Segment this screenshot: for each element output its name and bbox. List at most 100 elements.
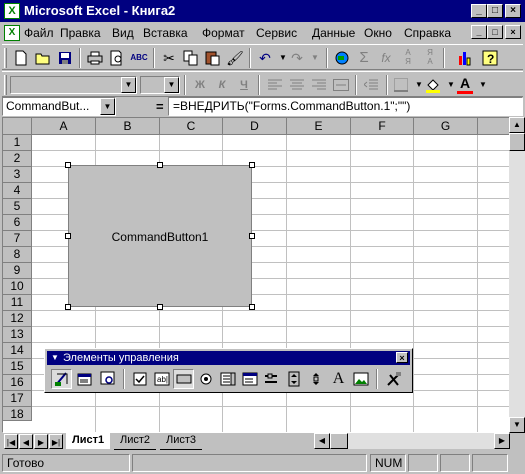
column-header[interactable]: C: [160, 118, 223, 135]
font-name-combo[interactable]: ▼: [10, 76, 137, 94]
column-header[interactable]: G: [414, 118, 478, 135]
print-icon[interactable]: [84, 48, 106, 68]
toolbar-menu-icon[interactable]: ▼: [51, 351, 59, 365]
menu-format[interactable]: Формат: [202, 26, 245, 40]
underline-button[interactable]: Ч: [233, 75, 255, 95]
textbox-icon[interactable]: ab|: [151, 369, 172, 389]
scroll-right-button[interactable]: ▶: [494, 433, 510, 449]
first-sheet-button[interactable]: |◀: [4, 434, 18, 449]
selection-handle[interactable]: [65, 233, 71, 239]
selection-handle[interactable]: [157, 304, 163, 310]
row-header[interactable]: 15: [3, 359, 32, 375]
scroll-left-button[interactable]: ◀: [314, 433, 330, 449]
row-header[interactable]: 2: [3, 151, 32, 167]
properties-icon[interactable]: [74, 369, 95, 389]
row-header[interactable]: 11: [3, 295, 32, 311]
row-header[interactable]: 6: [3, 215, 32, 231]
format-painter-icon[interactable]: 🖌: [224, 48, 246, 68]
prev-sheet-button[interactable]: ◀: [19, 434, 33, 449]
row-header[interactable]: 17: [3, 391, 32, 407]
align-left-icon[interactable]: [264, 75, 286, 95]
menu-view[interactable]: Вид: [112, 26, 134, 40]
workbook-icon[interactable]: X: [4, 25, 20, 41]
menu-data[interactable]: Данные: [312, 26, 355, 40]
horizontal-scrollbar[interactable]: ◀ ▶: [314, 433, 510, 449]
menu-help[interactable]: Справка: [404, 26, 451, 40]
column-header[interactable]: A: [32, 118, 96, 135]
listbox-icon[interactable]: [217, 369, 238, 389]
row-header[interactable]: 16: [3, 375, 32, 391]
column-header[interactable]: E: [287, 118, 351, 135]
checkbox-icon[interactable]: [129, 369, 150, 389]
row-header[interactable]: 18: [3, 407, 32, 421]
column-header[interactable]: D: [223, 118, 287, 135]
scroll-h-thumb[interactable]: [330, 433, 348, 449]
sheet-tab-2[interactable]: Лист2: [114, 433, 157, 450]
row-header[interactable]: 8: [3, 247, 32, 263]
help-icon[interactable]: ?: [479, 48, 501, 68]
open-icon[interactable]: [32, 48, 54, 68]
row-header[interactable]: 3: [3, 167, 32, 183]
align-center-icon[interactable]: [286, 75, 308, 95]
toggle-button-icon[interactable]: [261, 369, 282, 389]
scroll-down-button[interactable]: ▼: [509, 417, 525, 433]
last-sheet-button[interactable]: ▶|: [49, 434, 63, 449]
italic-button[interactable]: К: [211, 75, 233, 95]
menu-insert[interactable]: Вставка: [143, 26, 188, 40]
menu-edit[interactable]: Правка: [60, 26, 101, 40]
sort-descending-icon[interactable]: ЯА: [419, 48, 441, 68]
row-header[interactable]: 13: [3, 327, 32, 343]
name-box[interactable]: CommandBut... ▼: [2, 97, 116, 116]
column-header[interactable]: F: [351, 118, 414, 135]
font-size-combo[interactable]: ▼: [140, 76, 180, 94]
chevron-down-icon[interactable]: ▼: [100, 98, 115, 115]
row-header[interactable]: 1: [3, 135, 32, 151]
new-icon[interactable]: [10, 48, 32, 68]
selection-handle[interactable]: [157, 162, 163, 168]
selection-handle[interactable]: [249, 162, 255, 168]
selection-handle[interactable]: [65, 162, 71, 168]
menu-tools[interactable]: Сервис: [256, 26, 297, 40]
autosum-icon[interactable]: Σ: [353, 48, 375, 68]
view-code-icon[interactable]: [97, 369, 118, 389]
doc-close-button[interactable]: ×: [505, 25, 521, 39]
option-button-icon[interactable]: [195, 369, 216, 389]
column-header[interactable]: [478, 118, 509, 135]
save-icon[interactable]: [54, 48, 76, 68]
more-controls-icon[interactable]: [383, 369, 404, 389]
controls-toolbar-caption[interactable]: ▼ Элементы управления ×: [47, 351, 410, 365]
paste-icon[interactable]: [202, 48, 224, 68]
sheet-tab-3[interactable]: Лист3: [160, 433, 203, 450]
combobox-icon[interactable]: [239, 369, 260, 389]
row-header[interactable]: 14: [3, 343, 32, 359]
formula-input[interactable]: =ВНЕДРИТЬ("Forms.CommandButton.1";""): [168, 97, 523, 116]
selection-handle[interactable]: [249, 233, 255, 239]
function-icon[interactable]: fx: [375, 48, 397, 68]
cut-icon[interactable]: ✂: [158, 48, 180, 68]
select-all-button[interactable]: [3, 118, 32, 135]
column-header[interactable]: B: [96, 118, 160, 135]
command-button[interactable]: CommandButton1: [68, 165, 252, 307]
vertical-scrollbar[interactable]: ▲ ▼: [509, 117, 525, 433]
doc-restore-button[interactable]: □: [487, 25, 503, 39]
merge-center-icon[interactable]: [330, 75, 352, 95]
scroll-up-button[interactable]: ▲: [509, 117, 525, 133]
close-button[interactable]: ×: [505, 4, 521, 18]
minimize-button[interactable]: _: [471, 4, 487, 18]
row-header[interactable]: 10: [3, 279, 32, 295]
row-header[interactable]: 12: [3, 311, 32, 327]
row-header[interactable]: 5: [3, 199, 32, 215]
bold-button[interactable]: Ж: [189, 75, 211, 95]
next-sheet-button[interactable]: ▶: [34, 434, 48, 449]
controls-toolbar-close-button[interactable]: ×: [396, 352, 408, 363]
align-right-icon[interactable]: [308, 75, 330, 95]
copy-icon[interactable]: [180, 48, 202, 68]
chart-wizard-icon[interactable]: [454, 48, 476, 68]
excel-icon[interactable]: X: [4, 3, 20, 19]
row-header[interactable]: 9: [3, 263, 32, 279]
label-icon[interactable]: A: [328, 369, 349, 389]
scrollbar-icon[interactable]: [305, 369, 326, 389]
scroll-thumb[interactable]: [509, 133, 525, 151]
selection-handle[interactable]: [65, 304, 71, 310]
spelling-icon[interactable]: ABC: [128, 48, 150, 68]
